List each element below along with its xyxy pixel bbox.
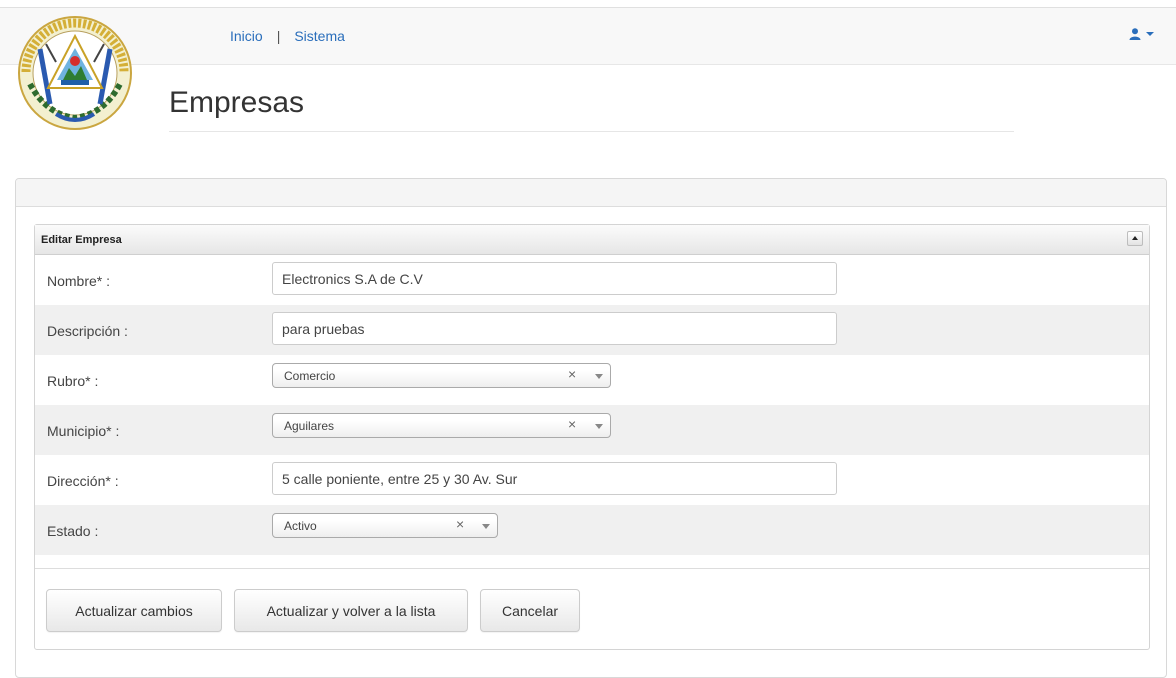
user-menu-button[interactable] [1129, 28, 1154, 40]
nav-separator: | [276, 28, 281, 44]
label-direccion: Dirección* : [47, 473, 119, 489]
label-rubro: Rubro* : [47, 373, 99, 389]
rubro-selected-value: Comercio [284, 369, 336, 383]
label-municipio: Municipio* : [47, 423, 120, 439]
rubro-chevron-down-icon [595, 374, 603, 379]
nav-links: Inicio | Sistema [230, 28, 345, 44]
row-direccion: Dirección* : [35, 455, 1149, 505]
estado-select[interactable]: Activo × [272, 513, 498, 538]
descripcion-input[interactable] [272, 312, 837, 345]
label-nombre: Nombre* : [47, 273, 111, 289]
rubro-clear-icon[interactable]: × [568, 367, 576, 381]
row-descripcion: Descripción : [35, 305, 1149, 355]
update-and-return-button[interactable]: Actualizar y volver a la lista [234, 589, 468, 632]
form-header-title: Editar Empresa [41, 234, 122, 246]
user-icon [1129, 28, 1141, 40]
cancel-button[interactable]: Cancelar [480, 589, 580, 632]
row-nombre: Nombre* : [35, 255, 1149, 305]
estado-chevron-down-icon [482, 524, 490, 529]
nombre-input[interactable] [272, 262, 837, 295]
estado-clear-icon[interactable]: × [456, 517, 464, 531]
row-rubro: Rubro* : Comercio × [35, 355, 1149, 405]
municipio-select[interactable]: Aguilares × [272, 413, 611, 438]
main-panel: Editar Empresa Nombre* : Descripción : R… [15, 178, 1167, 678]
estado-selected-value: Activo [284, 519, 317, 533]
row-estado: Estado : Activo × [35, 505, 1149, 555]
form-header: Editar Empresa [35, 225, 1149, 255]
update-button[interactable]: Actualizar cambios [46, 589, 222, 632]
nav-link-sistema[interactable]: Sistema [294, 28, 345, 44]
rubro-select[interactable]: Comercio × [272, 363, 611, 388]
row-municipio: Municipio* : Aguilares × [35, 405, 1149, 455]
direccion-input[interactable] [272, 462, 837, 495]
municipio-clear-icon[interactable]: × [568, 417, 576, 431]
collapse-toggle-icon[interactable] [1127, 231, 1143, 246]
municipio-selected-value: Aguilares [284, 419, 335, 433]
label-estado: Estado : [47, 523, 99, 539]
coat-of-arms-icon [18, 16, 132, 130]
edit-company-form: Editar Empresa Nombre* : Descripción : R… [34, 224, 1150, 650]
form-divider [35, 568, 1149, 569]
municipio-chevron-down-icon [595, 424, 603, 429]
panel-header [16, 179, 1166, 207]
top-navbar: Inicio | Sistema [0, 7, 1176, 65]
nav-link-inicio[interactable]: Inicio [230, 28, 263, 44]
label-descripcion: Descripción : [47, 323, 128, 339]
page-title: Empresas [169, 86, 1014, 132]
chevron-down-icon [1146, 32, 1154, 36]
